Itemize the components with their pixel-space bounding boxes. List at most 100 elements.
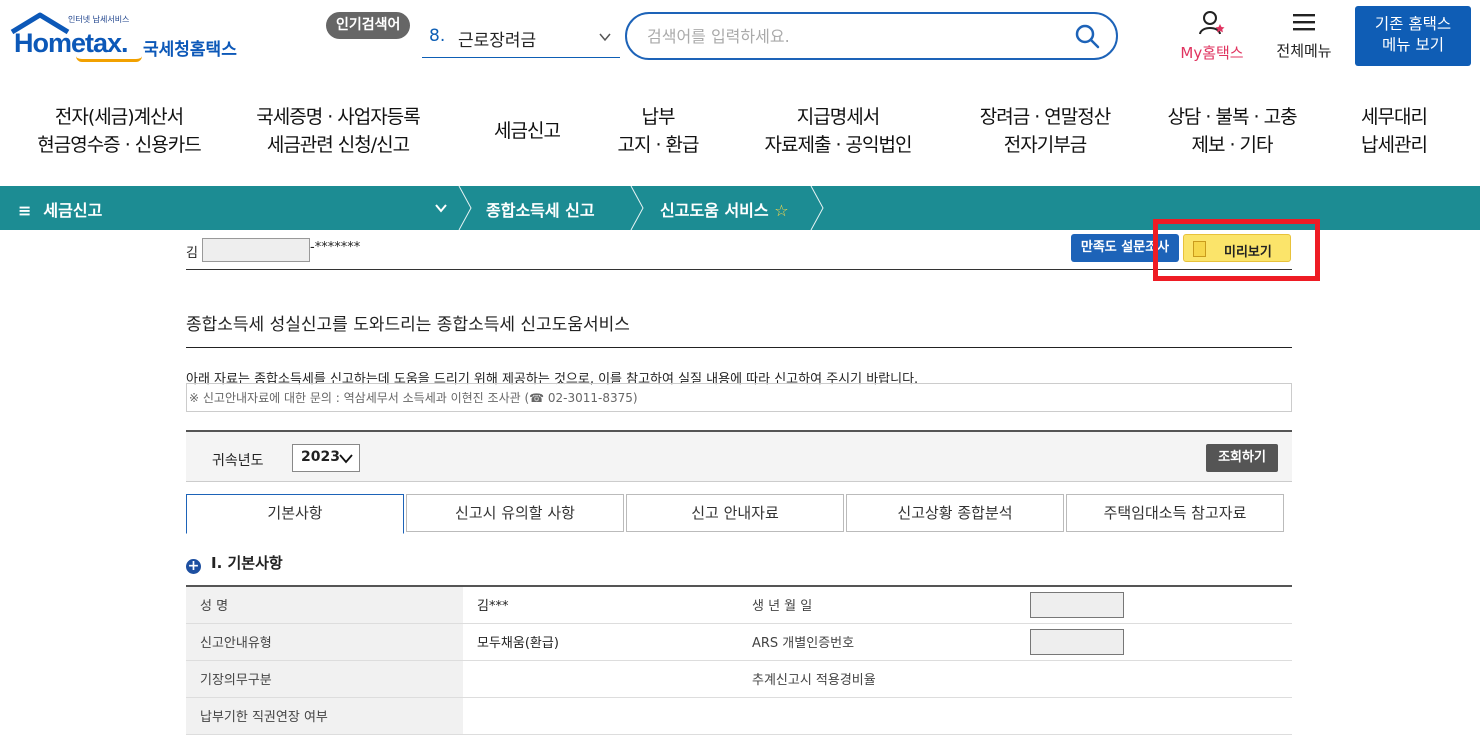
table-header-cell: 성 명 — [186, 586, 463, 624]
year-select[interactable]: 2023 — [292, 444, 360, 472]
popular-keyword-select[interactable]: 8. 근로장려금 — [422, 18, 620, 58]
nav-incentive[interactable]: 장려금 · 연말정산전자기부금 — [960, 103, 1130, 159]
nav-label: 자료제출 · 공익법인 — [764, 134, 913, 156]
my-hometax-label: My홈택스 — [1180, 44, 1244, 62]
nav-label: 고지 · 환급 — [617, 134, 699, 156]
highlight-box — [1153, 219, 1320, 281]
hamburger-icon — [1293, 14, 1315, 31]
table-row: 성 명 김*** 생 년 월 일 — [186, 586, 1292, 624]
table-cell — [1016, 586, 1292, 624]
nav-certificate[interactable]: 국세증명 · 사업자등록세금관련 신청/신고 — [228, 103, 448, 159]
year-label: 귀속년도 — [212, 453, 264, 469]
popular-search-badge: 인기검색어 — [326, 12, 411, 39]
nav-label: 현금영수증 · 신용카드 — [37, 134, 201, 156]
tab-rental-income[interactable]: 주택임대소득 참고자료 — [1066, 494, 1284, 532]
breadcrumb-menu[interactable]: ≡ 세금신고 — [18, 197, 102, 221]
nav-label: 장려금 · 연말정산 — [979, 106, 1111, 128]
tab-filing-analysis[interactable]: 신고상황 종합분석 — [846, 494, 1064, 532]
legacy-menu-line2: 메뉴 보기 — [1382, 36, 1444, 54]
breadcrumb-menu-label: 세금신고 — [43, 201, 103, 220]
tab-filing-notes[interactable]: 신고시 유의할 사항 — [406, 494, 624, 532]
popular-keyword: 근로장려금 — [458, 31, 537, 51]
star-icon[interactable]: ☆ — [774, 201, 788, 220]
breadcrumb-level3[interactable]: 신고도움 서비스 ☆ — [660, 197, 789, 221]
logo-swoosh — [76, 56, 142, 62]
logo-tagline: 인터넷 납세서비스 — [68, 15, 130, 24]
section-title: + Ⅰ. 기본사항 — [186, 552, 283, 574]
nav-tax-agent[interactable]: 세무대리 납세관리 — [1346, 103, 1442, 159]
main-content: 김 -******* 만족도 설문조사 미리보기 종합소득세 성실신고를 도와드… — [186, 230, 1292, 735]
basic-info-table: 성 명 김*** 생 년 월 일 신고안내유형 모두채움(환급) ARS 개별인… — [186, 585, 1292, 735]
breadcrumb-separator — [630, 186, 644, 230]
search-box — [625, 12, 1118, 60]
tab-list: 기본사항 신고시 유의할 사항 신고 안내자료 신고상황 종합분석 주택임대소득… — [186, 494, 1292, 534]
nav-label: 지급명세서 — [796, 106, 880, 128]
table-header-cell: ARS 개별인증번호 — [738, 623, 1016, 661]
logo-brand-text: Hometax. — [14, 28, 129, 58]
tab-basic-info[interactable]: 기본사항 — [186, 494, 404, 534]
legacy-menu-line1: 기존 홈택스 — [1374, 15, 1452, 33]
logo-korean-text: 국세청홈택스 — [143, 40, 237, 60]
nav-label: 상담 · 불복 · 고충 — [1167, 106, 1297, 128]
breadcrumb-separator — [458, 186, 472, 230]
user-icon — [1199, 11, 1225, 35]
user-name-prefix: 김 — [186, 246, 198, 261]
search-year-button[interactable]: 조회하기 — [1206, 444, 1278, 472]
nav-e-invoice[interactable]: 전자(세금)계산서현금영수증 · 신용카드 — [28, 103, 210, 159]
table-cell — [1016, 660, 1292, 698]
page-title: 종합소득세 성실신고를 도와드리는 종합소득세 신고도움서비스 — [186, 310, 1292, 348]
nav-tax-filing[interactable]: 세금신고 — [482, 103, 572, 145]
breadcrumb-separator — [810, 186, 824, 230]
top-header: 인터넷 납세서비스 Hometax. 국세청홈택스 인기검색어 8. 근로장려금… — [0, 0, 1480, 80]
table-cell — [463, 697, 1292, 735]
breadcrumb-level3-label: 신고도움 서비스 — [660, 201, 769, 220]
table-header-cell: 추계신고시 적용경비율 — [738, 660, 1016, 698]
nav-label: 세금신고 — [494, 120, 561, 142]
nav-label: 제보 · 기타 — [1191, 134, 1273, 156]
table-cell — [1016, 623, 1292, 661]
plus-circle-icon[interactable]: + — [186, 559, 201, 574]
masked-name-box — [202, 238, 310, 262]
table-row: 기장의무구분 추계신고시 적용경비율 — [186, 660, 1292, 698]
all-menu-label: 전체메뉴 — [1276, 42, 1332, 60]
breadcrumb-level2[interactable]: 종합소득세 신고 — [486, 197, 595, 221]
nav-payment[interactable]: 납부고지 · 환급 — [606, 103, 710, 159]
chevron-down-icon[interactable] — [434, 202, 448, 214]
chevron-down-icon — [339, 454, 353, 464]
table-row: 납부기한 직권연장 여부 — [186, 697, 1292, 735]
inquiry-text: ※ 신고안내자료에 대한 문의 : 역삼세무서 소득세과 이현진 조사관 (☎ … — [186, 383, 1292, 412]
main-navigation: 전자(세금)계산서현금영수증 · 신용카드 국세증명 · 사업자등록세금관련 신… — [0, 103, 1480, 165]
nav-label: 납세관리 — [1361, 134, 1428, 156]
search-input[interactable] — [647, 24, 1047, 48]
nav-payment-statement[interactable]: 지급명세서자료제출 · 공익법인 — [748, 103, 928, 159]
nav-consult[interactable]: 상담 · 불복 · 고충제보 · 기타 — [1152, 103, 1312, 159]
my-hometax-button[interactable]: My홈택스 — [1172, 10, 1252, 63]
year-filter: 귀속년도 2023 조회하기 — [186, 430, 1292, 482]
nav-label: 전자(세금)계산서 — [54, 106, 184, 128]
search-icon[interactable] — [1074, 23, 1100, 49]
table-cell: 김*** — [463, 586, 738, 624]
user-info-bar: 김 -******* 만족도 설문조사 미리보기 — [186, 230, 1292, 270]
table-cell — [463, 660, 738, 698]
table-header-cell: 신고안내유형 — [186, 623, 463, 661]
nav-label: 세금관련 신청/신고 — [266, 134, 410, 156]
legacy-menu-button[interactable]: 기존 홈택스 메뉴 보기 — [1355, 6, 1471, 66]
tab-filing-guide[interactable]: 신고 안내자료 — [626, 494, 844, 532]
nav-label: 전자기부금 — [1003, 134, 1087, 156]
table-header-cell: 기장의무구분 — [186, 660, 463, 698]
all-menu-button[interactable]: 전체메뉴 — [1264, 10, 1344, 61]
masked-id: -******* — [310, 240, 361, 255]
masked-value-box — [1030, 628, 1124, 655]
masked-value-box — [1030, 591, 1124, 618]
table-row: 신고안내유형 모두채움(환급) ARS 개별인증번호 — [186, 623, 1292, 661]
year-value: 2023 — [301, 449, 340, 465]
table-header-cell: 생 년 월 일 — [738, 586, 1016, 624]
chevron-down-icon — [599, 33, 611, 42]
list-icon: ≡ — [18, 201, 32, 220]
table-header-cell: 납부기한 직권연장 여부 — [186, 697, 463, 735]
nav-label: 납부 — [641, 106, 676, 128]
popular-rank: 8. — [429, 26, 446, 46]
nav-label: 국세증명 · 사업자등록 — [256, 106, 420, 128]
table-cell: 모두채움(환급) — [463, 623, 738, 661]
hometax-logo[interactable]: 인터넷 납세서비스 Hometax. 국세청홈택스 — [8, 10, 258, 66]
